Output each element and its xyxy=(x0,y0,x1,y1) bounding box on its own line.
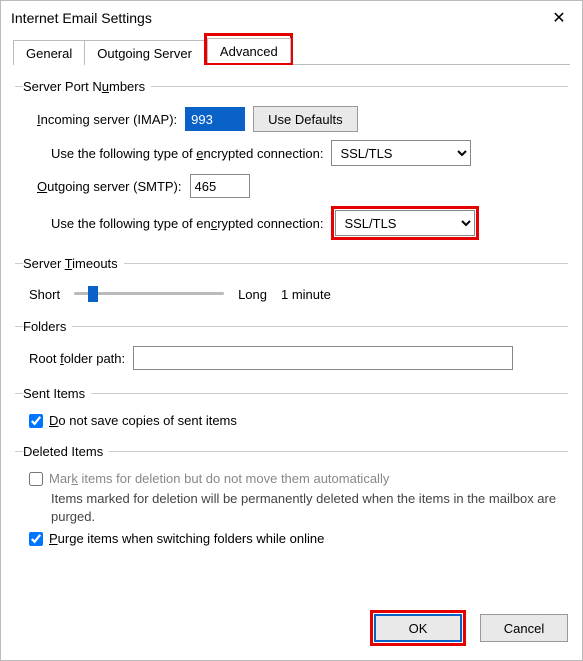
purge-label: Purge items when switching folders while… xyxy=(49,531,324,546)
close-button[interactable]: ✕ xyxy=(536,1,582,35)
tab-general[interactable]: General xyxy=(13,40,85,65)
deleted-items-note: Items marked for deletion will be perman… xyxy=(51,490,568,525)
tab-advanced[interactable]: Advanced xyxy=(207,38,291,63)
cancel-button[interactable]: Cancel xyxy=(480,614,568,642)
timeout-value: 1 minute xyxy=(281,287,331,302)
purge-checkbox-input[interactable] xyxy=(29,532,43,546)
tab-outgoing-server[interactable]: Outgoing Server xyxy=(84,40,205,65)
do-not-save-checkbox[interactable]: Do not save copies of sent items xyxy=(29,413,237,428)
tab-content: Server Port Numbers Incoming server (IMA… xyxy=(1,65,582,556)
slider-thumb-icon[interactable] xyxy=(88,286,98,302)
do-not-save-label: Do not save copies of sent items xyxy=(49,413,237,428)
outgoing-encryption-select[interactable]: SSL/TLS xyxy=(335,210,475,236)
do-not-save-checkbox-input[interactable] xyxy=(29,414,43,428)
ok-button[interactable]: OK xyxy=(374,614,462,642)
highlight-ok-button: OK xyxy=(370,610,466,646)
highlight-advanced-tab: Advanced xyxy=(204,33,293,65)
group-sent-items: Sent Items Do not save copies of sent it… xyxy=(15,386,568,438)
mark-for-deletion-checkbox[interactable]: Mark items for deletion but do not move … xyxy=(29,471,389,486)
mark-for-deletion-label: Mark items for deletion but do not move … xyxy=(49,471,389,486)
titlebar: Internet Email Settings ✕ xyxy=(1,1,582,35)
timeout-long-label: Long xyxy=(238,287,267,302)
close-icon: ✕ xyxy=(552,8,565,28)
dialog-button-bar: OK Cancel xyxy=(370,610,568,646)
group-deleted-items: Deleted Items Mark items for deletion bu… xyxy=(15,444,568,556)
purge-checkbox[interactable]: Purge items when switching folders while… xyxy=(29,531,324,546)
group-server-port-numbers: Server Port Numbers Incoming server (IMA… xyxy=(15,79,568,250)
incoming-encryption-select[interactable]: SSL/TLS xyxy=(331,140,471,166)
group-sent-items-label: Sent Items xyxy=(23,386,91,401)
incoming-server-label: Incoming server (IMAP): xyxy=(37,112,177,127)
incoming-encryption-label: Use the following type of encrypted conn… xyxy=(51,146,323,161)
outgoing-server-label: Outgoing server (SMTP): xyxy=(37,179,182,194)
incoming-port-input[interactable] xyxy=(185,107,245,131)
group-deleted-items-label: Deleted Items xyxy=(23,444,109,459)
window-title: Internet Email Settings xyxy=(11,10,152,26)
root-folder-path-label: Root folder path: xyxy=(29,351,125,366)
timeout-slider[interactable] xyxy=(74,283,224,305)
group-server-port-numbers-label: Server Port Numbers xyxy=(23,79,151,94)
group-folders-label: Folders xyxy=(23,319,72,334)
mark-for-deletion-checkbox-input[interactable] xyxy=(29,472,43,486)
highlight-outgoing-encryption: SSL/TLS xyxy=(331,206,479,240)
tab-strip: General Outgoing Server Advanced xyxy=(1,35,582,65)
outgoing-encryption-label: Use the following type of encrypted conn… xyxy=(51,216,323,231)
root-folder-path-input[interactable] xyxy=(133,346,513,370)
group-folders: Folders Root folder path: xyxy=(15,319,568,380)
timeout-short-label: Short xyxy=(29,287,60,302)
group-server-timeouts: Server Timeouts Short Long 1 minute xyxy=(15,256,568,313)
use-defaults-button[interactable]: Use Defaults xyxy=(253,106,357,132)
group-server-timeouts-label: Server Timeouts xyxy=(23,256,124,271)
outgoing-port-input[interactable] xyxy=(190,174,250,198)
